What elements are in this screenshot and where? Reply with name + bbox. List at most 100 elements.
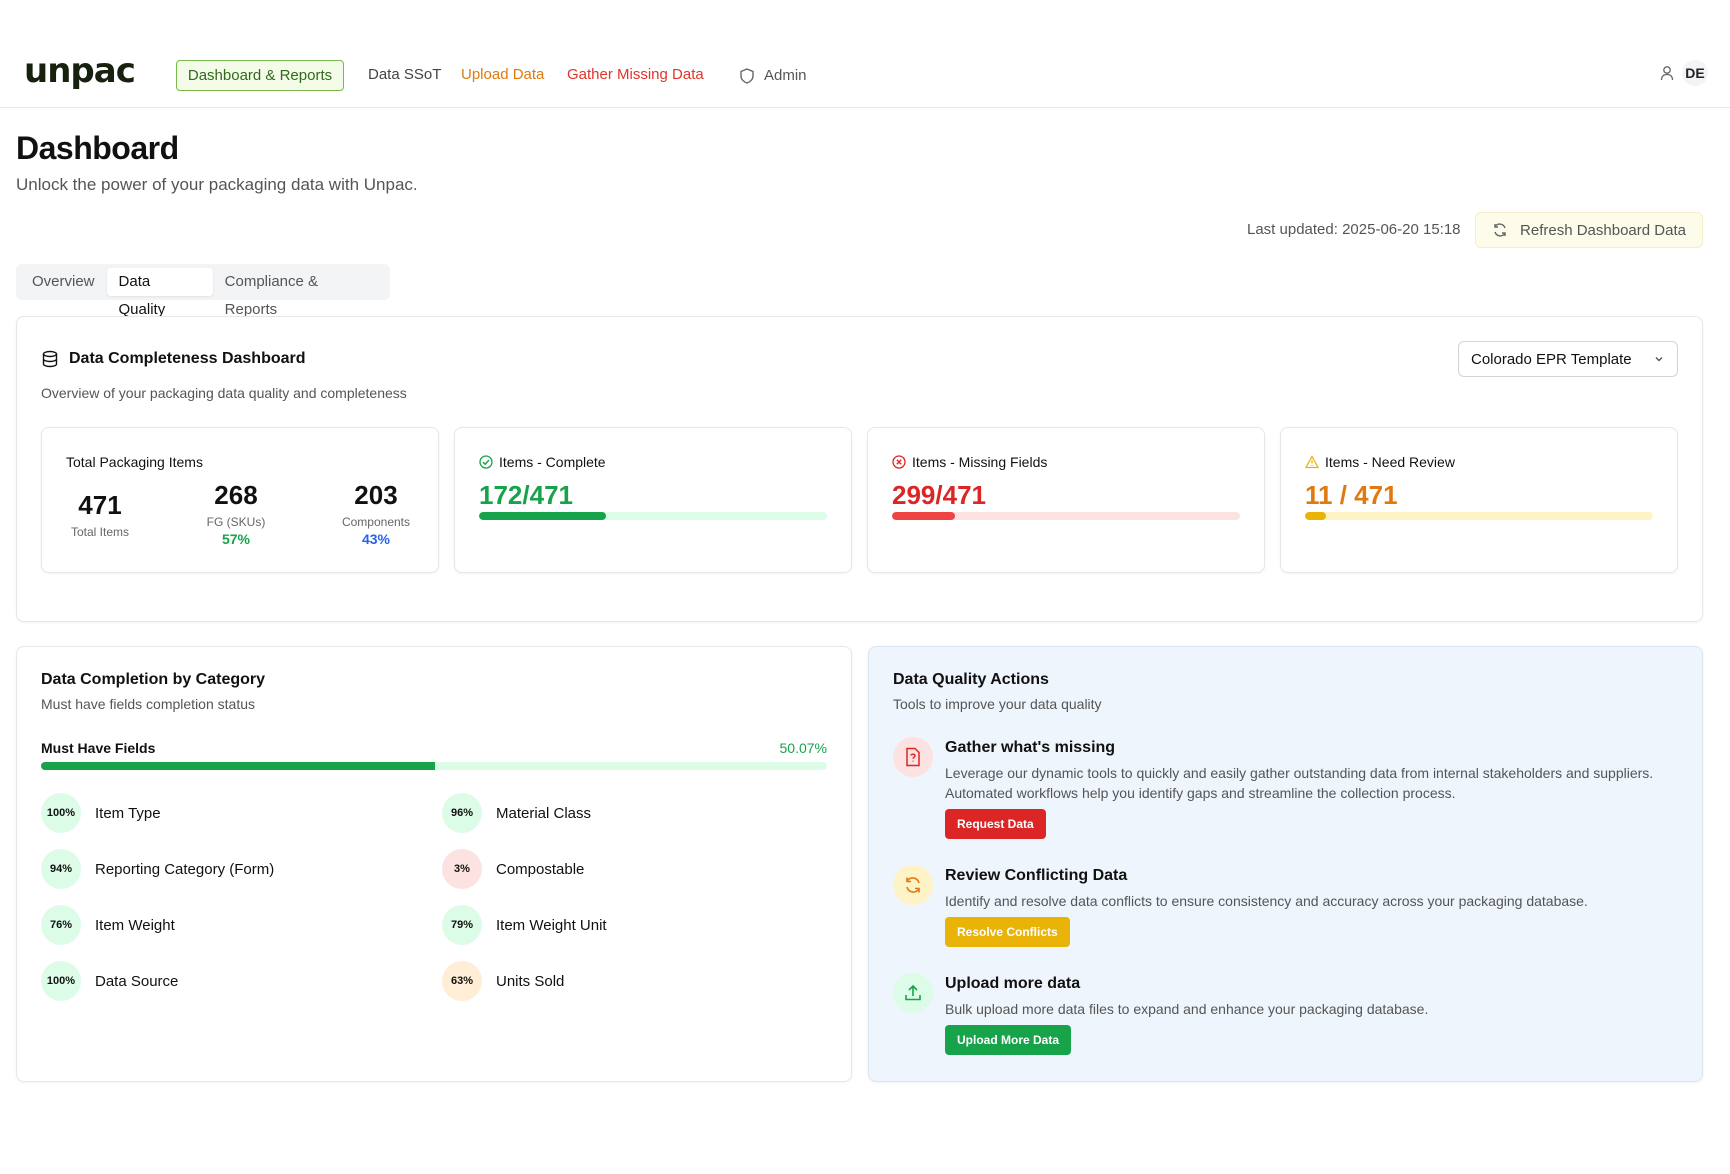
field-percent-badge: 94%	[41, 849, 81, 889]
fg-skus-number: 268	[214, 480, 258, 510]
action-upload-more: Upload more data Bulk upload more data f…	[893, 973, 1683, 1063]
field-percent-badge: 79%	[442, 905, 482, 945]
components-col: 203 Components 43%	[334, 480, 418, 547]
svg-text:unpac: unpac	[24, 54, 135, 90]
resolve-conflicts-button[interactable]: Resolve Conflicts	[945, 917, 1070, 947]
items-review-label-text: Items - Need Review	[1325, 454, 1455, 470]
nav-admin[interactable]: Admin	[740, 60, 807, 91]
action-description: Identify and resolve data conflicts to e…	[945, 893, 1588, 909]
data-completion-category-card: Data Completion by Category Must have fi…	[16, 646, 852, 1082]
nav-upload-data[interactable]: Upload Data	[461, 60, 544, 91]
field-percent-badge: 100%	[41, 961, 81, 1001]
field-percent-badge: 3%	[442, 849, 482, 889]
field-material-class: 96% Material Class	[442, 793, 591, 833]
avatar[interactable]: DE	[1682, 60, 1708, 86]
total-items-number: 471	[78, 490, 122, 520]
field-label: Reporting Category (Form)	[95, 860, 275, 878]
items-review-card: Items - Need Review 11 / 471	[1280, 427, 1678, 573]
total-packaging-items-card: Total Packaging Items 471 Total Items 26…	[41, 427, 439, 573]
field-label: Item Type	[95, 804, 161, 822]
upload-icon	[905, 984, 921, 1001]
items-missing-value: 299/471	[892, 480, 986, 510]
template-select-value: Colorado EPR Template	[1471, 350, 1632, 368]
tab-overview[interactable]: Overview	[20, 268, 107, 296]
components-number: 203	[354, 480, 398, 510]
category-title: Data Completion by Category	[41, 671, 266, 688]
question-file-icon	[906, 747, 920, 767]
request-data-button[interactable]: Request Data	[945, 809, 1046, 839]
components-percent: 43%	[361, 531, 391, 547]
field-item-type: 100% Item Type	[41, 793, 161, 833]
field-item-weight-unit: 79% Item Weight Unit	[442, 905, 607, 945]
field-label: Material Class	[496, 804, 592, 822]
must-have-label: Must Have Fields	[41, 740, 156, 756]
user-menu[interactable]: DE	[1660, 60, 1708, 86]
fg-skus-caption: FG (SKUs)	[206, 515, 266, 529]
refresh-icon	[906, 877, 920, 893]
top-nav: unpac Dashboard & Reports Data SSoT Uplo…	[0, 50, 1730, 108]
nav-admin-label: Admin	[764, 67, 807, 84]
completeness-title-text: Data Completeness Dashboard	[69, 350, 306, 367]
field-percent-badge: 63%	[442, 961, 482, 1001]
template-select[interactable]: Colorado EPR Template	[1458, 341, 1678, 377]
nav-dashboard-reports[interactable]: Dashboard & Reports	[176, 60, 344, 91]
items-review-value: 11 / 471	[1305, 480, 1398, 510]
refresh-icon	[1494, 223, 1506, 237]
total-items-col: 471 Total Items	[66, 490, 134, 539]
action-icon-wrap	[893, 865, 933, 905]
upload-more-data-button[interactable]: Upload More Data	[945, 1025, 1072, 1055]
items-review-label: Items - Need Review	[1305, 454, 1455, 470]
total-items-label: Total Packaging Items	[66, 454, 203, 470]
items-missing-bar-fill	[892, 512, 955, 520]
page-title: Dashboard	[16, 130, 179, 166]
action-icon-wrap	[893, 737, 933, 777]
total-items-caption: Total Items	[70, 525, 130, 539]
items-complete-label: Items - Complete	[479, 454, 606, 470]
items-review-bar	[1305, 512, 1653, 520]
field-label: Item Weight	[95, 916, 175, 934]
nav-gather-missing-data[interactable]: Gather Missing Data	[567, 60, 704, 91]
field-percent-badge: 76%	[41, 905, 81, 945]
items-complete-bar	[479, 512, 827, 520]
action-review-conflicting: Review Conflicting Data Identify and res…	[893, 865, 1683, 955]
shield-icon	[740, 67, 754, 84]
check-circle-icon	[479, 455, 493, 469]
components-caption: Components	[341, 515, 411, 529]
completeness-subtitle: Overview of your packaging data quality …	[41, 385, 407, 401]
items-missing-label: Items - Missing Fields	[892, 454, 1047, 470]
items-complete-label-text: Items - Complete	[499, 454, 606, 470]
items-complete-card: Items - Complete 172/471	[454, 427, 852, 573]
field-compostable: 3% Compostable	[442, 849, 584, 889]
unpac-logo[interactable]: unpac	[24, 51, 154, 91]
items-missing-card: Items - Missing Fields 299/471	[867, 427, 1265, 573]
completeness-title: Data Completeness Dashboard	[41, 350, 306, 368]
must-have-bar	[41, 762, 827, 770]
last-updated-text: Last updated: 2025-06-20 15:18	[1247, 221, 1461, 238]
action-title: Upload more data	[945, 975, 1081, 992]
items-review-bar-fill	[1305, 512, 1326, 520]
must-have-bar-fill	[41, 762, 435, 770]
tab-compliance-reports[interactable]: Compliance & Reports	[213, 268, 386, 318]
actions-subtitle: Tools to improve your data quality	[893, 696, 1102, 712]
data-completeness-card: Data Completeness Dashboard Overview of …	[16, 316, 1703, 622]
database-icon	[42, 350, 58, 368]
data-quality-actions-card: Data Quality Actions Tools to improve yo…	[868, 646, 1703, 1082]
action-title: Review Conflicting Data	[945, 867, 1128, 884]
x-circle-icon	[892, 455, 906, 469]
action-gather-missing: Gather what's missing Leverage our dynam…	[893, 737, 1683, 847]
refresh-dashboard-button[interactable]: Refresh Dashboard Data	[1475, 212, 1703, 248]
nav-data-ssot[interactable]: Data SSoT	[368, 60, 441, 91]
refresh-dashboard-label: Refresh Dashboard Data	[1520, 221, 1686, 239]
tab-data-quality[interactable]: Data Quality	[106, 268, 213, 318]
fg-skus-percent: 57%	[221, 531, 251, 547]
action-description: Leverage our dynamic tools to quickly an…	[945, 765, 1654, 801]
warning-icon	[1305, 455, 1319, 469]
action-icon-wrap	[893, 973, 933, 1013]
field-reporting-category: 94% Reporting Category (Form)	[41, 849, 274, 889]
field-label: Units Sold	[496, 972, 565, 990]
field-label: Compostable	[496, 860, 585, 878]
field-percent-badge: 100%	[41, 793, 81, 833]
field-units-sold: 63% Units Sold	[442, 961, 564, 1001]
action-title: Gather what's missing	[945, 739, 1116, 756]
items-complete-bar-fill	[479, 512, 607, 520]
